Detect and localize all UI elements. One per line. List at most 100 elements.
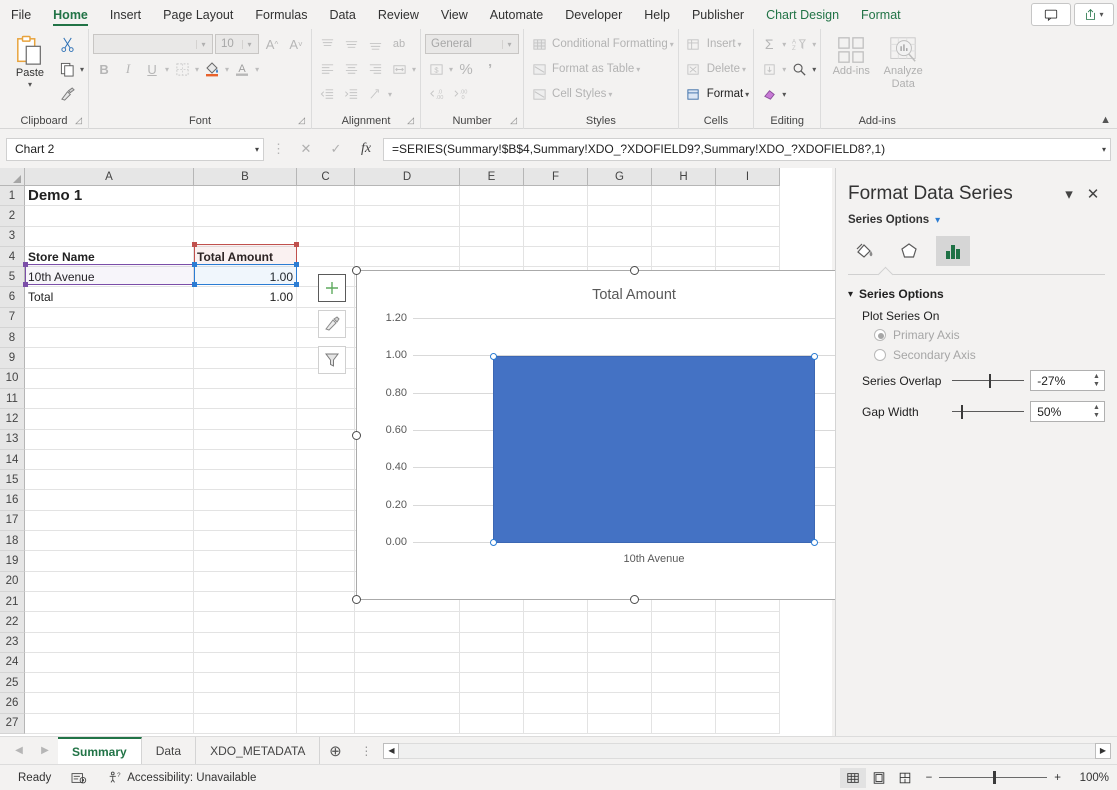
cell-C22[interactable] xyxy=(297,612,355,632)
sheet-tab-summary[interactable]: Summary xyxy=(58,737,142,764)
cancel-icon[interactable]: ✕ xyxy=(293,138,319,160)
cell-H2[interactable] xyxy=(652,206,716,226)
formula-input[interactable]: =SERIES(Summary!$B$4,Summary!XDO_?XDOFIE… xyxy=(383,138,1111,161)
column-header-c[interactable]: C xyxy=(297,168,355,186)
cell-styles-label[interactable]: Cell Styles xyxy=(552,88,606,100)
clear-icon[interactable] xyxy=(758,83,780,105)
accounting-caret-icon[interactable]: ▾ xyxy=(449,65,453,74)
addins-button[interactable]: Add-ins xyxy=(825,32,877,106)
fill-color-icon[interactable] xyxy=(201,58,223,80)
chart-resize-handle[interactable] xyxy=(630,266,639,275)
cell-B12[interactable] xyxy=(194,409,297,429)
cell-B18[interactable] xyxy=(194,531,297,551)
cell-B1[interactable] xyxy=(194,186,297,206)
cell-H25[interactable] xyxy=(652,673,716,693)
gap-width-stepper[interactable]: 50% ▲▼ xyxy=(1030,401,1105,422)
row-header-13[interactable]: 13 xyxy=(0,430,25,450)
add-sheet-button[interactable]: ⊕ xyxy=(320,738,350,764)
cell-A10[interactable] xyxy=(25,369,194,389)
chevron-down-icon[interactable]: ▼ xyxy=(1093,381,1100,388)
cell-I1[interactable] xyxy=(716,186,780,206)
number-dialog-launcher-icon[interactable]: ◿ xyxy=(510,115,517,126)
format-cells-label[interactable]: Format xyxy=(707,88,743,100)
tab-data[interactable]: Data xyxy=(318,0,366,29)
insert-cells-label[interactable]: Insert xyxy=(707,38,736,50)
row-header-3[interactable]: 3 xyxy=(0,227,25,247)
cell-A20[interactable] xyxy=(25,572,194,592)
zoom-out-button[interactable]: − xyxy=(926,772,933,784)
row-header-18[interactable]: 18 xyxy=(0,531,25,551)
copy-icon[interactable] xyxy=(56,58,78,80)
cell-A11[interactable] xyxy=(25,389,194,409)
primary-axis-radio-row[interactable]: Primary Axis xyxy=(836,325,1117,345)
cell-B13[interactable] xyxy=(194,430,297,450)
row-header-7[interactable]: 7 xyxy=(0,308,25,328)
cell-F22[interactable] xyxy=(524,612,588,632)
scroll-left-icon[interactable]: ◀ xyxy=(383,743,399,759)
cell-C26[interactable] xyxy=(297,693,355,713)
insert-function-icon[interactable]: fx xyxy=(353,138,379,160)
zoom-in-button[interactable]: + xyxy=(1054,772,1061,784)
cell-A2[interactable] xyxy=(25,206,194,226)
align-right-icon[interactable] xyxy=(364,58,386,80)
delete-cells-caret-icon[interactable]: ▾ xyxy=(742,65,746,74)
cell-G1[interactable] xyxy=(588,186,652,206)
gap-width-slider[interactable] xyxy=(952,404,1024,420)
conditional-formatting-label[interactable]: Conditional Formatting xyxy=(552,38,668,50)
cut-icon[interactable] xyxy=(56,33,78,55)
cell-C17[interactable] xyxy=(297,511,355,531)
insert-cells-caret-icon[interactable]: ▾ xyxy=(738,40,742,49)
cell-A8[interactable] xyxy=(25,328,194,348)
tab-review[interactable]: Review xyxy=(367,0,430,29)
primary-axis-radio[interactable] xyxy=(874,329,886,341)
row-header-2[interactable]: 2 xyxy=(0,206,25,226)
chevron-up-icon[interactable]: ▲ xyxy=(1093,404,1100,411)
share-icon[interactable]: ▾ xyxy=(1074,3,1114,26)
cell-A23[interactable] xyxy=(25,633,194,653)
cell-C3[interactable] xyxy=(297,227,355,247)
format-cells-caret-icon[interactable]: ▾ xyxy=(745,90,749,99)
cell-I25[interactable] xyxy=(716,673,780,693)
chart-resize-handle[interactable] xyxy=(352,431,361,440)
cell-B4[interactable]: Total Amount xyxy=(194,247,297,267)
find-icon[interactable] xyxy=(788,58,810,80)
italic-button[interactable]: I xyxy=(117,58,139,80)
font-name-combo[interactable]: ▾ xyxy=(93,34,213,54)
expand-formula-bar-icon[interactable]: ▾ xyxy=(1102,145,1106,154)
hscroll-track[interactable] xyxy=(399,743,1095,759)
cell-B5[interactable]: 1.00 xyxy=(194,267,297,287)
row-header-20[interactable]: 20 xyxy=(0,572,25,592)
cell-A22[interactable] xyxy=(25,612,194,632)
cell-H26[interactable] xyxy=(652,693,716,713)
paste-button[interactable]: Paste ▾ xyxy=(4,32,56,106)
row-header-11[interactable]: 11 xyxy=(0,389,25,409)
row-header-6[interactable]: 6 xyxy=(0,287,25,307)
cell-C14[interactable] xyxy=(297,450,355,470)
tab-help[interactable]: Help xyxy=(633,0,681,29)
cell-F25[interactable] xyxy=(524,673,588,693)
effects-tab[interactable] xyxy=(892,236,926,266)
tab-page-layout[interactable]: Page Layout xyxy=(152,0,244,29)
align-top-icon[interactable] xyxy=(316,33,338,55)
normal-view-button[interactable] xyxy=(840,768,866,788)
fill-and-line-tab[interactable] xyxy=(848,236,882,266)
tab-insert[interactable]: Insert xyxy=(99,0,152,29)
chart-plot-area[interactable]: 10th Avenue 1.201.000.800.600.400.200.00 xyxy=(413,319,895,543)
column-header-a[interactable]: A xyxy=(25,168,194,186)
chart-filters-button[interactable] xyxy=(318,346,346,374)
cell-A1[interactable]: Demo 1 xyxy=(25,186,194,206)
column-header-d[interactable]: D xyxy=(355,168,460,186)
clear-caret-icon[interactable]: ▾ xyxy=(782,90,786,99)
cell-G4[interactable] xyxy=(588,247,652,267)
fill-caret-icon[interactable]: ▾ xyxy=(782,65,786,74)
cell-A18[interactable] xyxy=(25,531,194,551)
font-size-combo[interactable]: 10 ▾ xyxy=(215,34,259,54)
orientation-caret-icon[interactable]: ▾ xyxy=(388,90,392,99)
zoom-level[interactable]: 100% xyxy=(1069,772,1109,784)
page-break-view-button[interactable] xyxy=(892,768,918,788)
cell-B24[interactable] xyxy=(194,653,297,673)
row-header-17[interactable]: 17 xyxy=(0,511,25,531)
number-format-combo[interactable]: General ▾ xyxy=(425,34,519,54)
column-header-g[interactable]: G xyxy=(588,168,652,186)
cell-B2[interactable] xyxy=(194,206,297,226)
